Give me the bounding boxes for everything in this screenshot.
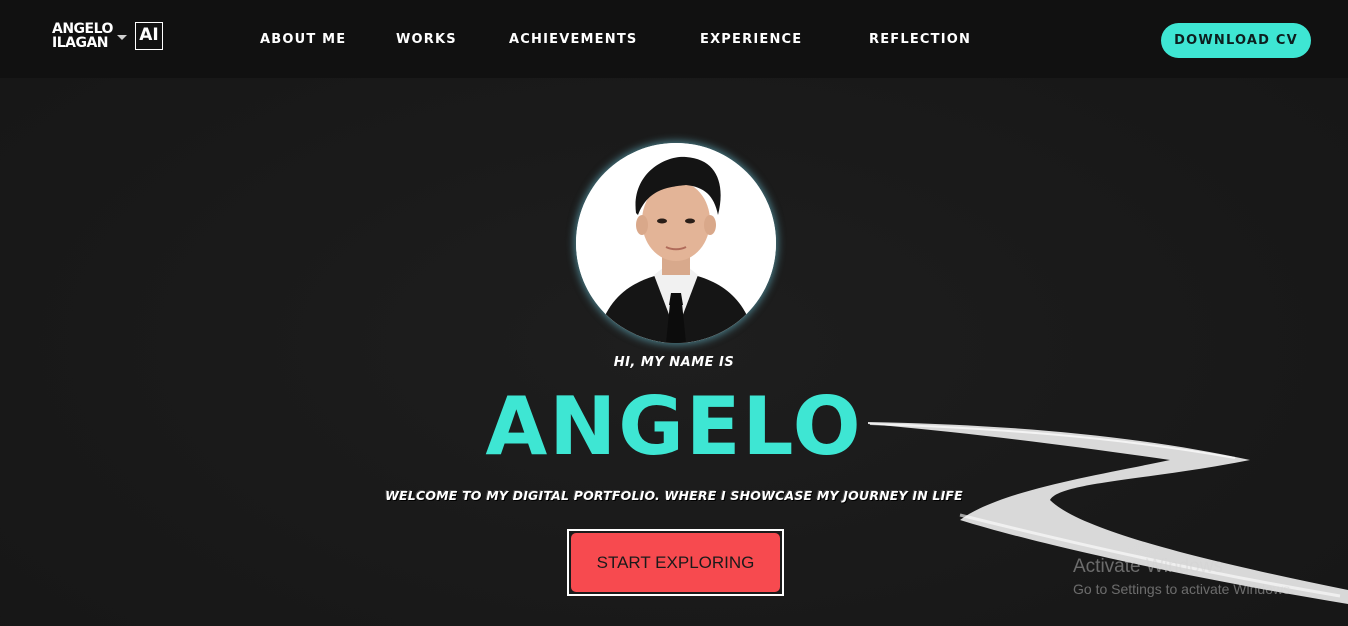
hero-name: ANGELO: [485, 380, 863, 473]
logo-ai-badge: AI: [134, 22, 163, 50]
site-logo[interactable]: ANGELO ILAGAN AI: [52, 22, 163, 50]
person-portrait-icon: [576, 143, 776, 343]
logo-line-2: ILAGAN: [52, 35, 109, 51]
portfolio-page: ANGELO ILAGAN AI ABOUT ME WORKS ACHIEVEM…: [0, 0, 1348, 626]
windows-activation-watermark: Activate Windows Go to Settings to activ…: [1073, 556, 1294, 597]
nav-link-reflection[interactable]: REFLECTION: [869, 32, 971, 47]
start-exploring-button[interactable]: START EXPLORING: [571, 533, 780, 592]
hero-greeting: HI, MY NAME IS: [613, 355, 735, 370]
watermark-subtitle: Go to Settings to activate Windows.: [1073, 581, 1294, 597]
top-navbar: ANGELO ILAGAN AI ABOUT ME WORKS ACHIEVEM…: [0, 0, 1348, 78]
logo-wordmark: ANGELO ILAGAN: [52, 22, 113, 50]
profile-photo: [576, 143, 776, 343]
watermark-title: Activate Windows: [1073, 556, 1223, 577]
download-cv-button[interactable]: DOWNLOAD CV: [1161, 23, 1311, 58]
nav-link-experience[interactable]: EXPERIENCE: [700, 32, 802, 47]
nav-link-about-me[interactable]: ABOUT ME: [260, 32, 346, 47]
caret-down-icon: [116, 34, 127, 40]
nav-link-works[interactable]: WORKS: [396, 32, 457, 47]
hero-tagline: WELCOME TO MY DIGITAL PORTFOLIO. WHERE I…: [385, 488, 963, 503]
nav-link-achievements[interactable]: ACHIEVEMENTS: [509, 32, 637, 47]
logo-line-1: ANGELO: [52, 21, 113, 37]
